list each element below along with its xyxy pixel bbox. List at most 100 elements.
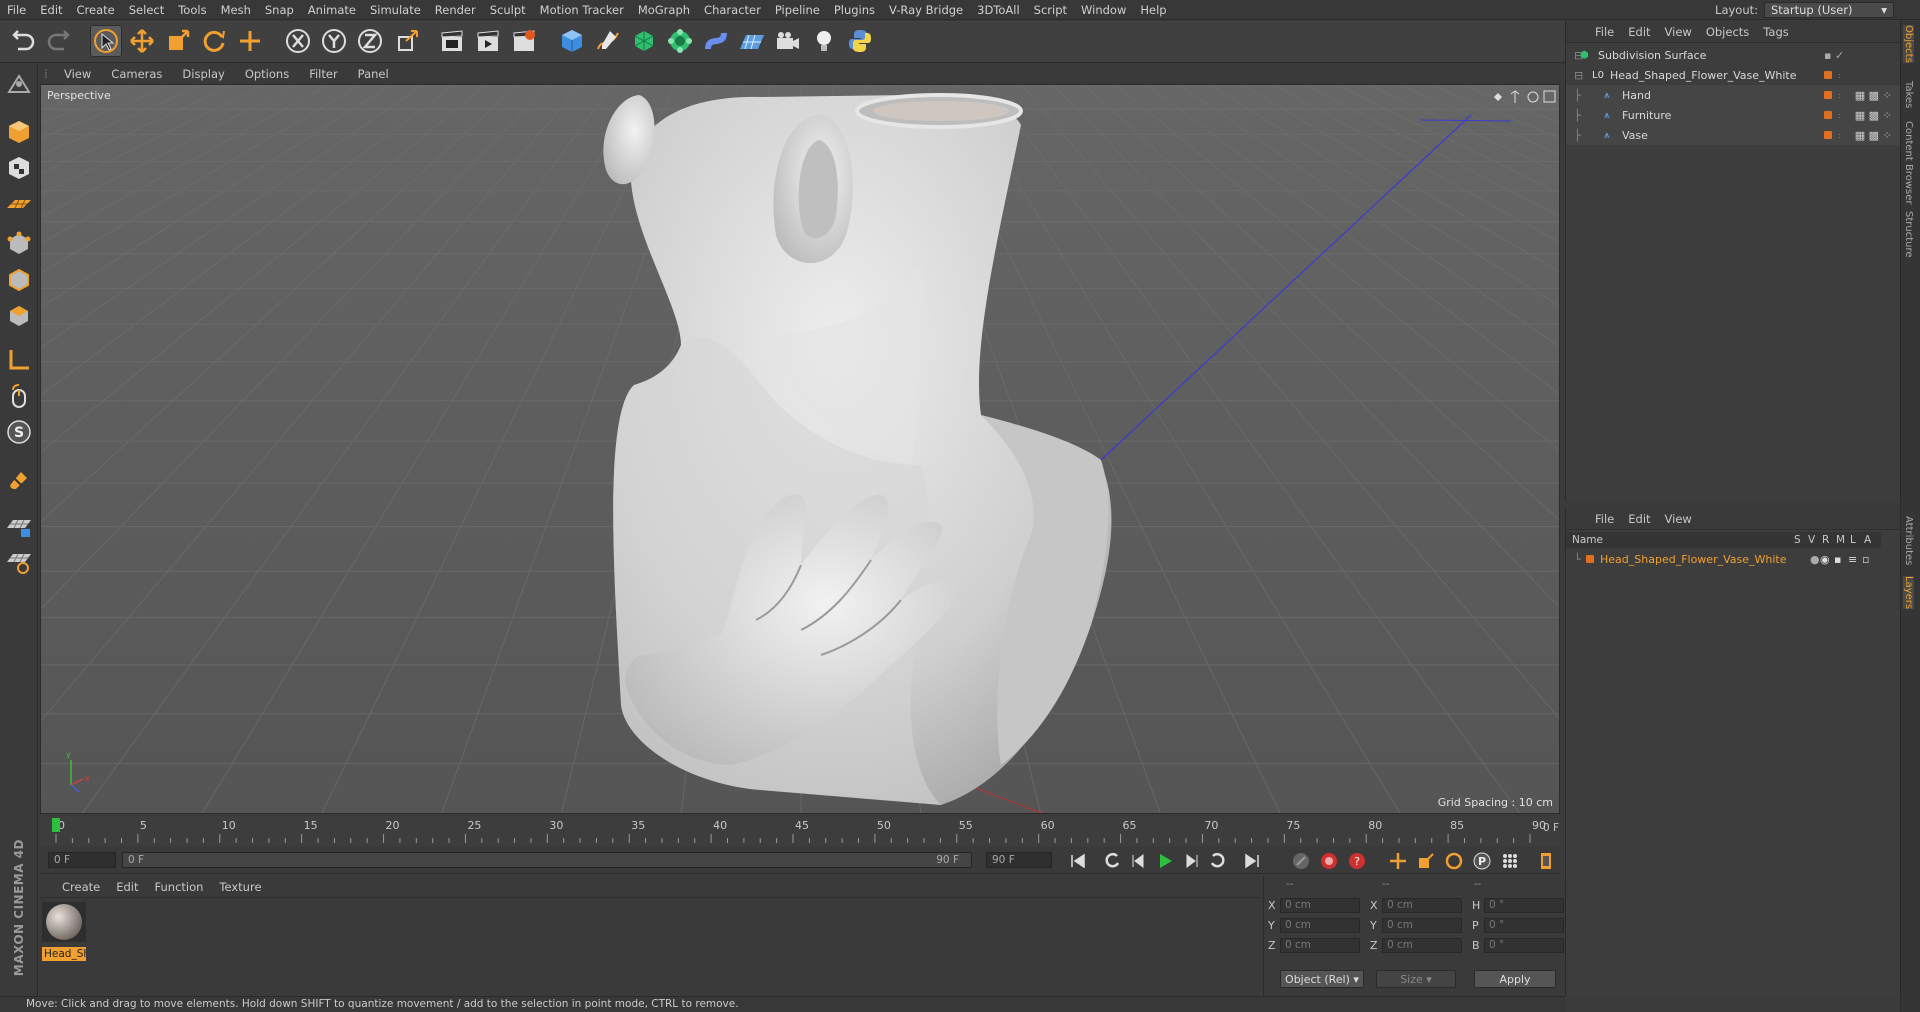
- render-settings-button[interactable]: [508, 25, 540, 57]
- undo-button[interactable]: [8, 25, 40, 57]
- menu-plugins[interactable]: Plugins: [827, 0, 882, 20]
- start-frame-field[interactable]: 0 F: [48, 852, 116, 868]
- deformer-button[interactable]: [700, 25, 732, 57]
- tree-expander-icon[interactable]: ⊟: [1566, 69, 1592, 82]
- menu-edit[interactable]: Edit: [33, 0, 69, 20]
- menu-motion-tracker[interactable]: Motion Tracker: [533, 0, 631, 20]
- menu-create[interactable]: Create: [70, 0, 122, 20]
- polygons-mode-button[interactable]: [3, 300, 35, 332]
- tree-expander-icon[interactable]: ⊟: [1566, 49, 1583, 62]
- previous-frame-button[interactable]: [1128, 850, 1150, 872]
- scale-tool-button[interactable]: [162, 25, 194, 57]
- menu-render[interactable]: Render: [428, 0, 483, 20]
- coordinate-system-button[interactable]: [392, 25, 424, 57]
- visibility-dots-icon[interactable]: :: [1838, 131, 1841, 140]
- object-name[interactable]: Vase: [1622, 129, 1818, 142]
- menu-pipeline[interactable]: Pipeline: [768, 0, 827, 20]
- render-view-button[interactable]: [436, 25, 468, 57]
- mograph-cloner-button[interactable]: [664, 25, 696, 57]
- viewport-menu-cameras[interactable]: Cameras: [101, 67, 172, 81]
- move-tool-button[interactable]: [126, 25, 158, 57]
- menu-v-ray-bridge[interactable]: V-Ray Bridge: [882, 0, 970, 20]
- object-menu-view[interactable]: View: [1658, 25, 1699, 39]
- keyframe-selection-button[interactable]: ?: [1346, 850, 1368, 872]
- tweak-mode-button[interactable]: [3, 380, 35, 412]
- object-name[interactable]: Furniture: [1622, 109, 1818, 122]
- magnet-button[interactable]: [3, 464, 35, 496]
- layer-dot-icon[interactable]: [1824, 131, 1832, 139]
- viewport-menu-options[interactable]: Options: [235, 67, 299, 81]
- tree-expander-icon[interactable]: ├: [1566, 109, 1604, 122]
- layer-menu-edit[interactable]: Edit: [1621, 512, 1657, 526]
- timeline-settings-button[interactable]: [1535, 850, 1557, 872]
- render-toggle-icon[interactable]: ▪: [1834, 553, 1848, 566]
- edges-mode-button[interactable]: [3, 264, 35, 296]
- go-to-end-button[interactable]: [1241, 850, 1263, 872]
- coordinate-field[interactable]: 0 cm: [1382, 937, 1462, 953]
- side-tab-attributes[interactable]: Attributes: [1903, 516, 1914, 565]
- solo-toggle-icon[interactable]: ●: [1810, 553, 1820, 566]
- layout-selector[interactable]: Layout: Startup (User) ▾: [1715, 0, 1894, 20]
- axis-mode-button[interactable]: [3, 344, 35, 376]
- apply-button[interactable]: Apply: [1474, 970, 1556, 988]
- lock-toggle-icon[interactable]: ▫: [1862, 553, 1876, 566]
- play-button[interactable]: [1154, 850, 1176, 872]
- key-parameter-button[interactable]: P: [1471, 850, 1493, 872]
- material-menu-function[interactable]: Function: [147, 880, 212, 894]
- material-tags-icon[interactable]: ▦ ▩ ⁘: [1855, 109, 1892, 122]
- layer-row[interactable]: └ Head_Shaped_Flower_Vase_White ● ◉ ▪ ≡ …: [1566, 550, 1881, 568]
- object-row[interactable]: ⊟ ⬢ Subdivision Surface ▪ ✓: [1566, 45, 1901, 65]
- record-keys-button[interactable]: [1290, 850, 1312, 872]
- visibility-dots-icon[interactable]: :: [1838, 71, 1841, 80]
- layer-dot-icon[interactable]: [1824, 71, 1832, 79]
- object-name[interactable]: Hand: [1622, 89, 1818, 102]
- layer-name[interactable]: Head_Shaped_Flower_Vase_White: [1600, 553, 1810, 566]
- menu-help[interactable]: Help: [1133, 0, 1173, 20]
- layer-color-swatch[interactable]: [1586, 555, 1594, 563]
- menu-window[interactable]: Window: [1074, 0, 1133, 20]
- viewport-menu-filter[interactable]: Filter: [299, 67, 347, 81]
- menu-mograph[interactable]: MoGraph: [631, 0, 697, 20]
- manager-toggle-icon[interactable]: ≡: [1848, 553, 1862, 566]
- material-tags-icon[interactable]: ▦ ▩ ⁘: [1855, 89, 1892, 102]
- menu-tools[interactable]: Tools: [171, 0, 213, 20]
- viewport-menu-display[interactable]: Display: [172, 67, 234, 81]
- redo-button[interactable]: [42, 25, 74, 57]
- coordinate-field[interactable]: 0 cm: [1382, 897, 1462, 913]
- object-row[interactable]: ⊟ L0 Head_Shaped_Flower_Vase_White:: [1566, 65, 1901, 85]
- key-rotation-button[interactable]: [1443, 850, 1465, 872]
- z-axis-button[interactable]: [354, 25, 386, 57]
- viewport-menu-panel[interactable]: Panel: [348, 67, 399, 81]
- light-button[interactable]: [808, 25, 840, 57]
- layer-dot-icon[interactable]: [1824, 91, 1832, 99]
- floor-object-button[interactable]: [736, 25, 768, 57]
- object-menu-tags[interactable]: Tags: [1756, 25, 1795, 39]
- lock-workplane-button[interactable]: [3, 510, 35, 542]
- visibility-dots-icon[interactable]: :: [1838, 91, 1841, 100]
- coordinate-field[interactable]: 0 cm: [1280, 937, 1360, 953]
- material-tags-icon[interactable]: ▦ ▩ ⁘: [1855, 129, 1892, 142]
- cube-object-button[interactable]: [556, 25, 588, 57]
- layout-dropdown[interactable]: Startup (User) ▾: [1764, 2, 1894, 18]
- layer-dot-icon[interactable]: [1824, 111, 1832, 119]
- object-row[interactable]: ├ ⩚ Vase: ▦ ▩ ⁘: [1566, 125, 1901, 145]
- size-mode-dropdown[interactable]: Size ▾: [1376, 970, 1456, 988]
- checkmark-icon[interactable]: ▪ ✓: [1824, 49, 1844, 62]
- object-row[interactable]: ├ ⩚ Furniture: ▦ ▩ ⁘: [1566, 105, 1901, 125]
- coordinate-field[interactable]: 0 °: [1484, 917, 1564, 933]
- menu-select[interactable]: Select: [122, 0, 171, 20]
- menu-simulate[interactable]: Simulate: [363, 0, 428, 20]
- subdivision-button[interactable]: [628, 25, 660, 57]
- previous-key-button[interactable]: [1102, 850, 1124, 872]
- key-pla-button[interactable]: [1499, 850, 1521, 872]
- live-selection-button[interactable]: [90, 25, 122, 57]
- texture-mode-button[interactable]: [3, 152, 35, 184]
- coordinate-field[interactable]: 0 cm: [1280, 917, 1360, 933]
- viewport-menu-view[interactable]: View: [54, 67, 101, 81]
- layer-menu-file[interactable]: File: [1588, 512, 1621, 526]
- menu-mesh[interactable]: Mesh: [214, 0, 258, 20]
- object-row[interactable]: ├ ⩚ Hand: ▦ ▩ ⁘: [1566, 85, 1901, 105]
- tree-expander-icon[interactable]: ├: [1566, 89, 1604, 102]
- material-swatch[interactable]: Head_Sh: [42, 902, 86, 961]
- pen-spline-button[interactable]: [592, 25, 624, 57]
